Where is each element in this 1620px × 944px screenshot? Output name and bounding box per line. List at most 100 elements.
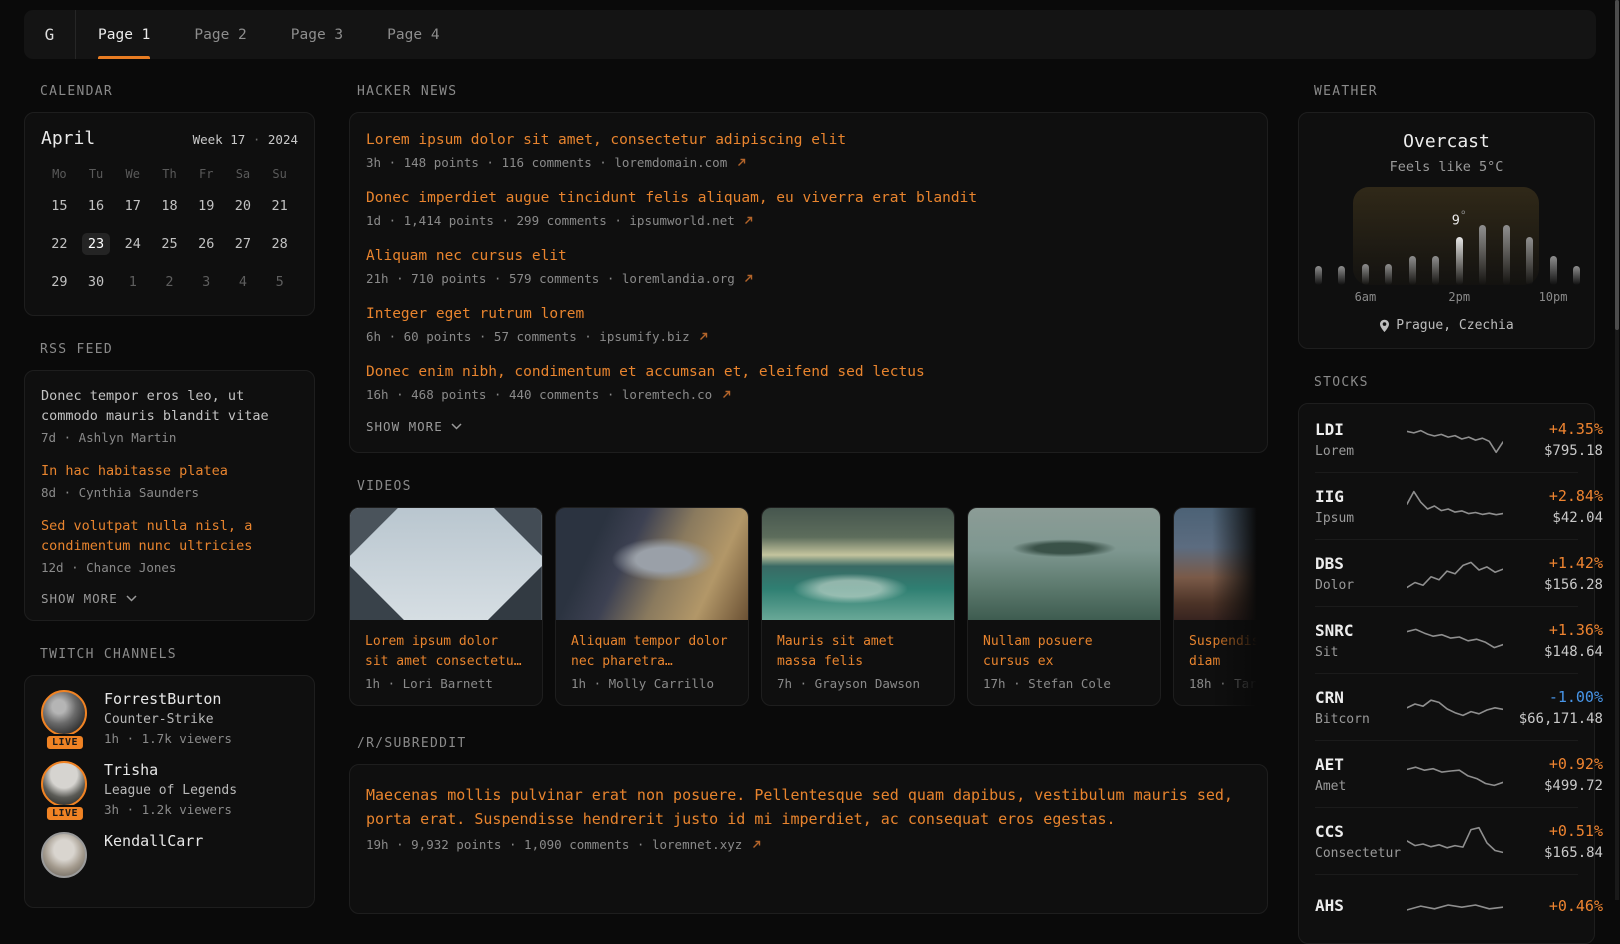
weather-location: Prague, Czechia [1315, 318, 1578, 333]
hackernews-item[interactable]: Integer eget rutrum lorem 6h · 60 points… [366, 303, 1251, 344]
calendar-day-next-month[interactable]: 4 [225, 263, 262, 301]
stock-row[interactable]: SNRCSit +1.36%$148.64 [1315, 606, 1578, 673]
calendar-day[interactable]: 20 [225, 187, 262, 225]
channel-avatar-image [41, 761, 87, 807]
hackernews-item[interactable]: Donec imperdiet augue tincidunt felis al… [366, 187, 1251, 228]
calendar-day[interactable]: 18 [151, 187, 188, 225]
tab-page-4[interactable]: Page 4 [365, 10, 461, 59]
hn-item-title[interactable]: Donec enim nibh, condimentum et accumsan… [366, 361, 1251, 383]
stock-row[interactable]: LDILorem +4.35%$795.18 [1315, 406, 1578, 472]
video-title[interactable]: Aliquam tempor dolornec pharetra… [571, 632, 733, 672]
rss-item[interactable]: Donec tempor eros leo, ut commodo mauris… [41, 386, 298, 445]
channel-avatar-image [41, 690, 87, 736]
video-title[interactable]: Nullam posuerecursus ex [983, 632, 1145, 672]
stock-name: Lorem [1315, 444, 1407, 459]
calendar-day-selected[interactable]: 23 [78, 225, 115, 263]
rss-item-title[interactable]: Donec tempor eros leo, ut commodo mauris… [41, 386, 298, 426]
hn-item-title[interactable]: Integer eget rutrum lorem [366, 303, 1251, 325]
weather-hour-tick: 6am [1355, 290, 1377, 304]
video-title[interactable]: Suspendissediam [1189, 632, 1268, 672]
stock-row[interactable]: CRNBitcorn -1.00%$66,171.48 [1315, 673, 1578, 740]
rss-item[interactable]: Sed volutpat nulla nisl, a condimentum n… [41, 516, 298, 575]
calendar-day[interactable]: 28 [261, 225, 298, 263]
twitch-channel-row[interactable]: KendallCarr [41, 832, 298, 878]
weather-bar [1479, 225, 1486, 285]
weekday-label: We [114, 161, 151, 187]
tab-page-3[interactable]: Page 3 [269, 10, 365, 59]
channel-name[interactable]: ForrestBurton [104, 690, 232, 708]
calendar-day-next-month[interactable]: 5 [261, 263, 298, 301]
rss-item-title[interactable]: In hac habitasse platea [41, 461, 298, 481]
subreddit-post[interactable]: Maecenas mollis pulvinar erat non posuer… [366, 783, 1251, 852]
hn-show-more-button[interactable]: SHOW MORE [366, 419, 462, 434]
chevron-down-icon [451, 423, 462, 430]
stock-row[interactable]: AETAmet +0.92%$499.72 [1315, 740, 1578, 807]
scrollbar-thumb[interactable] [1615, 0, 1619, 330]
videos-section-label: VIDEOS [357, 479, 1268, 494]
video-card[interactable]: Nullam posuerecursus ex 17h · Stefan Col… [967, 507, 1161, 706]
hackernews-item[interactable]: Donec enim nibh, condimentum et accumsan… [366, 361, 1251, 402]
stock-change: +1.36% [1503, 621, 1603, 639]
rss-show-more-button[interactable]: SHOW MORE [41, 591, 137, 606]
tab-page-1[interactable]: Page 1 [76, 10, 172, 59]
hn-item-title[interactable]: Aliquam nec cursus elit [366, 245, 1251, 267]
calendar-day[interactable]: 22 [41, 225, 78, 263]
stock-sparkline [1407, 620, 1503, 660]
calendar-day[interactable]: 19 [188, 187, 225, 225]
video-title[interactable]: Mauris sit ametmassa felis [777, 632, 939, 672]
stock-change: +0.92% [1503, 755, 1603, 773]
video-thumbnail[interactable] [1174, 508, 1268, 620]
stock-row[interactable]: DBSDolor +1.42%$156.28 [1315, 539, 1578, 606]
hn-item-title[interactable]: Donec imperdiet augue tincidunt felis al… [366, 187, 1251, 209]
calendar-day[interactable]: 26 [188, 225, 225, 263]
video-meta: 17h · Stefan Cole [983, 676, 1145, 691]
weather-hour-labels: 6am2pm10pm [1315, 290, 1578, 307]
video-thumbnail[interactable] [968, 508, 1160, 620]
video-card[interactable]: Suspendissediam 18h · Tara [1173, 507, 1268, 706]
hackernews-item[interactable]: Aliquam nec cursus elit 21h · 710 points… [366, 245, 1251, 286]
video-thumbnail[interactable] [350, 508, 542, 620]
video-thumbnail[interactable] [556, 508, 748, 620]
video-title[interactable]: Lorem ipsum dolorsit amet consectetu… [365, 632, 527, 672]
hn-item-title[interactable]: Lorem ipsum dolor sit amet, consectetur … [366, 129, 1251, 151]
hackernews-widget: Lorem ipsum dolor sit amet, consectetur … [349, 112, 1268, 453]
rss-section-label: RSS FEED [40, 342, 315, 357]
calendar-day-next-month[interactable]: 3 [188, 263, 225, 301]
subreddit-section-label: /R/SUBREDDIT [357, 736, 1268, 751]
weather-bar [1550, 256, 1557, 285]
stock-row[interactable]: CCSConsectetur +0.51%$165.84 [1315, 807, 1578, 874]
calendar-day[interactable]: 17 [114, 187, 151, 225]
calendar-day[interactable]: 15 [41, 187, 78, 225]
stock-price: $66,171.48 [1503, 711, 1603, 727]
calendar-section-label: CALENDAR [40, 84, 315, 99]
video-card[interactable]: Mauris sit ametmassa felis 7h · Grayson … [761, 507, 955, 706]
rss-item-meta: 8d · Cynthia Saunders [41, 485, 298, 500]
calendar-day[interactable]: 29 [41, 263, 78, 301]
hackernews-item[interactable]: Lorem ipsum dolor sit amet, consectetur … [366, 129, 1251, 170]
video-card[interactable]: Lorem ipsum dolorsit amet consectetu… 1h… [349, 507, 543, 706]
stock-row[interactable]: AHS +0.46% [1315, 874, 1578, 941]
calendar-day[interactable]: 25 [151, 225, 188, 263]
calendar-day[interactable]: 27 [225, 225, 262, 263]
calendar-day-next-month[interactable]: 2 [151, 263, 188, 301]
calendar-day[interactable]: 21 [261, 187, 298, 225]
calendar-day[interactable]: 30 [78, 263, 115, 301]
tab-page-2[interactable]: Page 2 [172, 10, 268, 59]
calendar-day-next-month[interactable]: 1 [114, 263, 151, 301]
subreddit-post-title[interactable]: Maecenas mollis pulvinar erat non posuer… [366, 783, 1251, 831]
weather-bar [1573, 266, 1580, 285]
video-card[interactable]: Aliquam tempor dolornec pharetra… 1h · M… [555, 507, 749, 706]
stock-name: Dolor [1315, 578, 1407, 593]
chevron-down-icon [126, 595, 137, 602]
rss-item[interactable]: In hac habitasse platea 8d · Cynthia Sau… [41, 461, 298, 500]
channel-name[interactable]: Trisha [104, 761, 237, 779]
channel-name[interactable]: KendallCarr [104, 832, 203, 850]
calendar-day[interactable]: 16 [78, 187, 115, 225]
stock-symbol: AHS [1315, 896, 1407, 915]
stock-row[interactable]: IIGIpsum +2.84%$42.04 [1315, 472, 1578, 539]
twitch-channel-row[interactable]: LIVE ForrestBurton Counter-Strike 1h · 1… [41, 690, 298, 746]
video-thumbnail[interactable] [762, 508, 954, 620]
rss-item-title[interactable]: Sed volutpat nulla nisl, a condimentum n… [41, 516, 298, 556]
twitch-channel-row[interactable]: LIVE Trisha League of Legends 3h · 1.2k … [41, 761, 298, 817]
calendar-day[interactable]: 24 [114, 225, 151, 263]
